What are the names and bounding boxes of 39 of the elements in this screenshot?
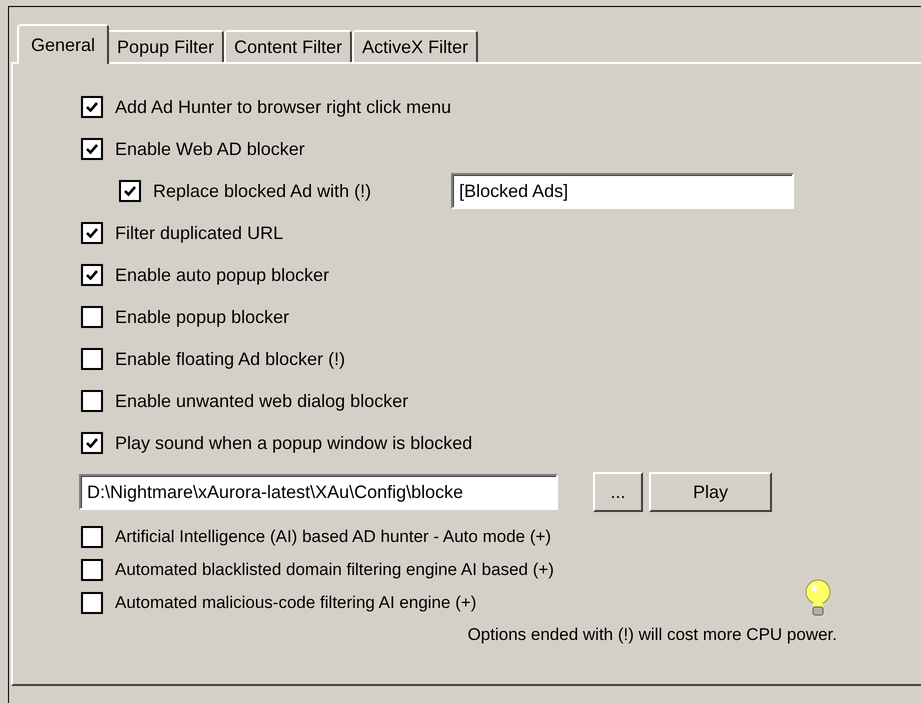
checkbox[interactable] xyxy=(81,264,103,286)
checkbox[interactable] xyxy=(81,390,103,412)
checkbox[interactable] xyxy=(81,526,103,548)
checkbox-label: Automated blacklisted domain filtering engine AI based (+) xyxy=(115,560,554,580)
file-path-field[interactable]: D:\Nightmare\xAurora-latest\XAu\Config\blocke xyxy=(79,474,558,510)
tab[interactable]: Content Filter xyxy=(224,30,352,63)
checkbox-label: Enable Web AD blocker xyxy=(115,138,305,160)
tab[interactable]: ActiveX Filter xyxy=(352,30,478,63)
checkbox-label: Artificial Intelligence (AI) based AD hunter - Auto mode (+) xyxy=(115,526,552,546)
checkbox-label: Enable auto popup blocker xyxy=(115,264,330,286)
input-field[interactable]: [Blocked Ads] xyxy=(451,173,794,209)
check-mark-icon xyxy=(85,226,99,240)
checkbox[interactable] xyxy=(81,306,103,328)
check-mark-icon xyxy=(123,184,137,198)
checkbox[interactable] xyxy=(81,96,103,118)
checkbox[interactable] xyxy=(81,222,103,244)
checkbox-label: Filter duplicated URL xyxy=(115,222,284,244)
check-mark-icon xyxy=(85,436,99,450)
check-mark-icon xyxy=(85,142,99,156)
checkbox-label: Automated malicious-code filtering AI engine (+) xyxy=(115,592,476,612)
checkbox-label: Add Ad Hunter to browser right click menu xyxy=(115,96,452,118)
browse-button[interactable]: ... xyxy=(593,472,643,512)
checkbox-label: Replace blocked Ad with (!) xyxy=(153,180,372,202)
checkbox[interactable] xyxy=(81,592,103,614)
check-mark-icon xyxy=(85,100,99,114)
checkbox[interactable] xyxy=(81,558,103,580)
check-mark-icon xyxy=(85,268,99,282)
checkbox[interactable] xyxy=(119,180,141,202)
tab[interactable]: General xyxy=(17,24,110,64)
tab[interactable]: Popup Filter xyxy=(107,30,224,63)
checkbox-label: Enable floating Ad blocker (!) xyxy=(115,348,346,370)
note-text: Options ended with (!) will cost more CPU power. xyxy=(468,625,837,645)
checkbox[interactable] xyxy=(81,348,103,370)
checkbox-label: Play sound when a popup window is blocked xyxy=(115,432,472,454)
checkbox[interactable] xyxy=(81,138,103,160)
play-button[interactable]: Play xyxy=(649,472,772,512)
checkbox-label: Enable unwanted web dialog blocker xyxy=(115,390,408,412)
checkbox-label: Enable popup blocker xyxy=(115,306,290,328)
checkbox[interactable] xyxy=(81,432,103,454)
